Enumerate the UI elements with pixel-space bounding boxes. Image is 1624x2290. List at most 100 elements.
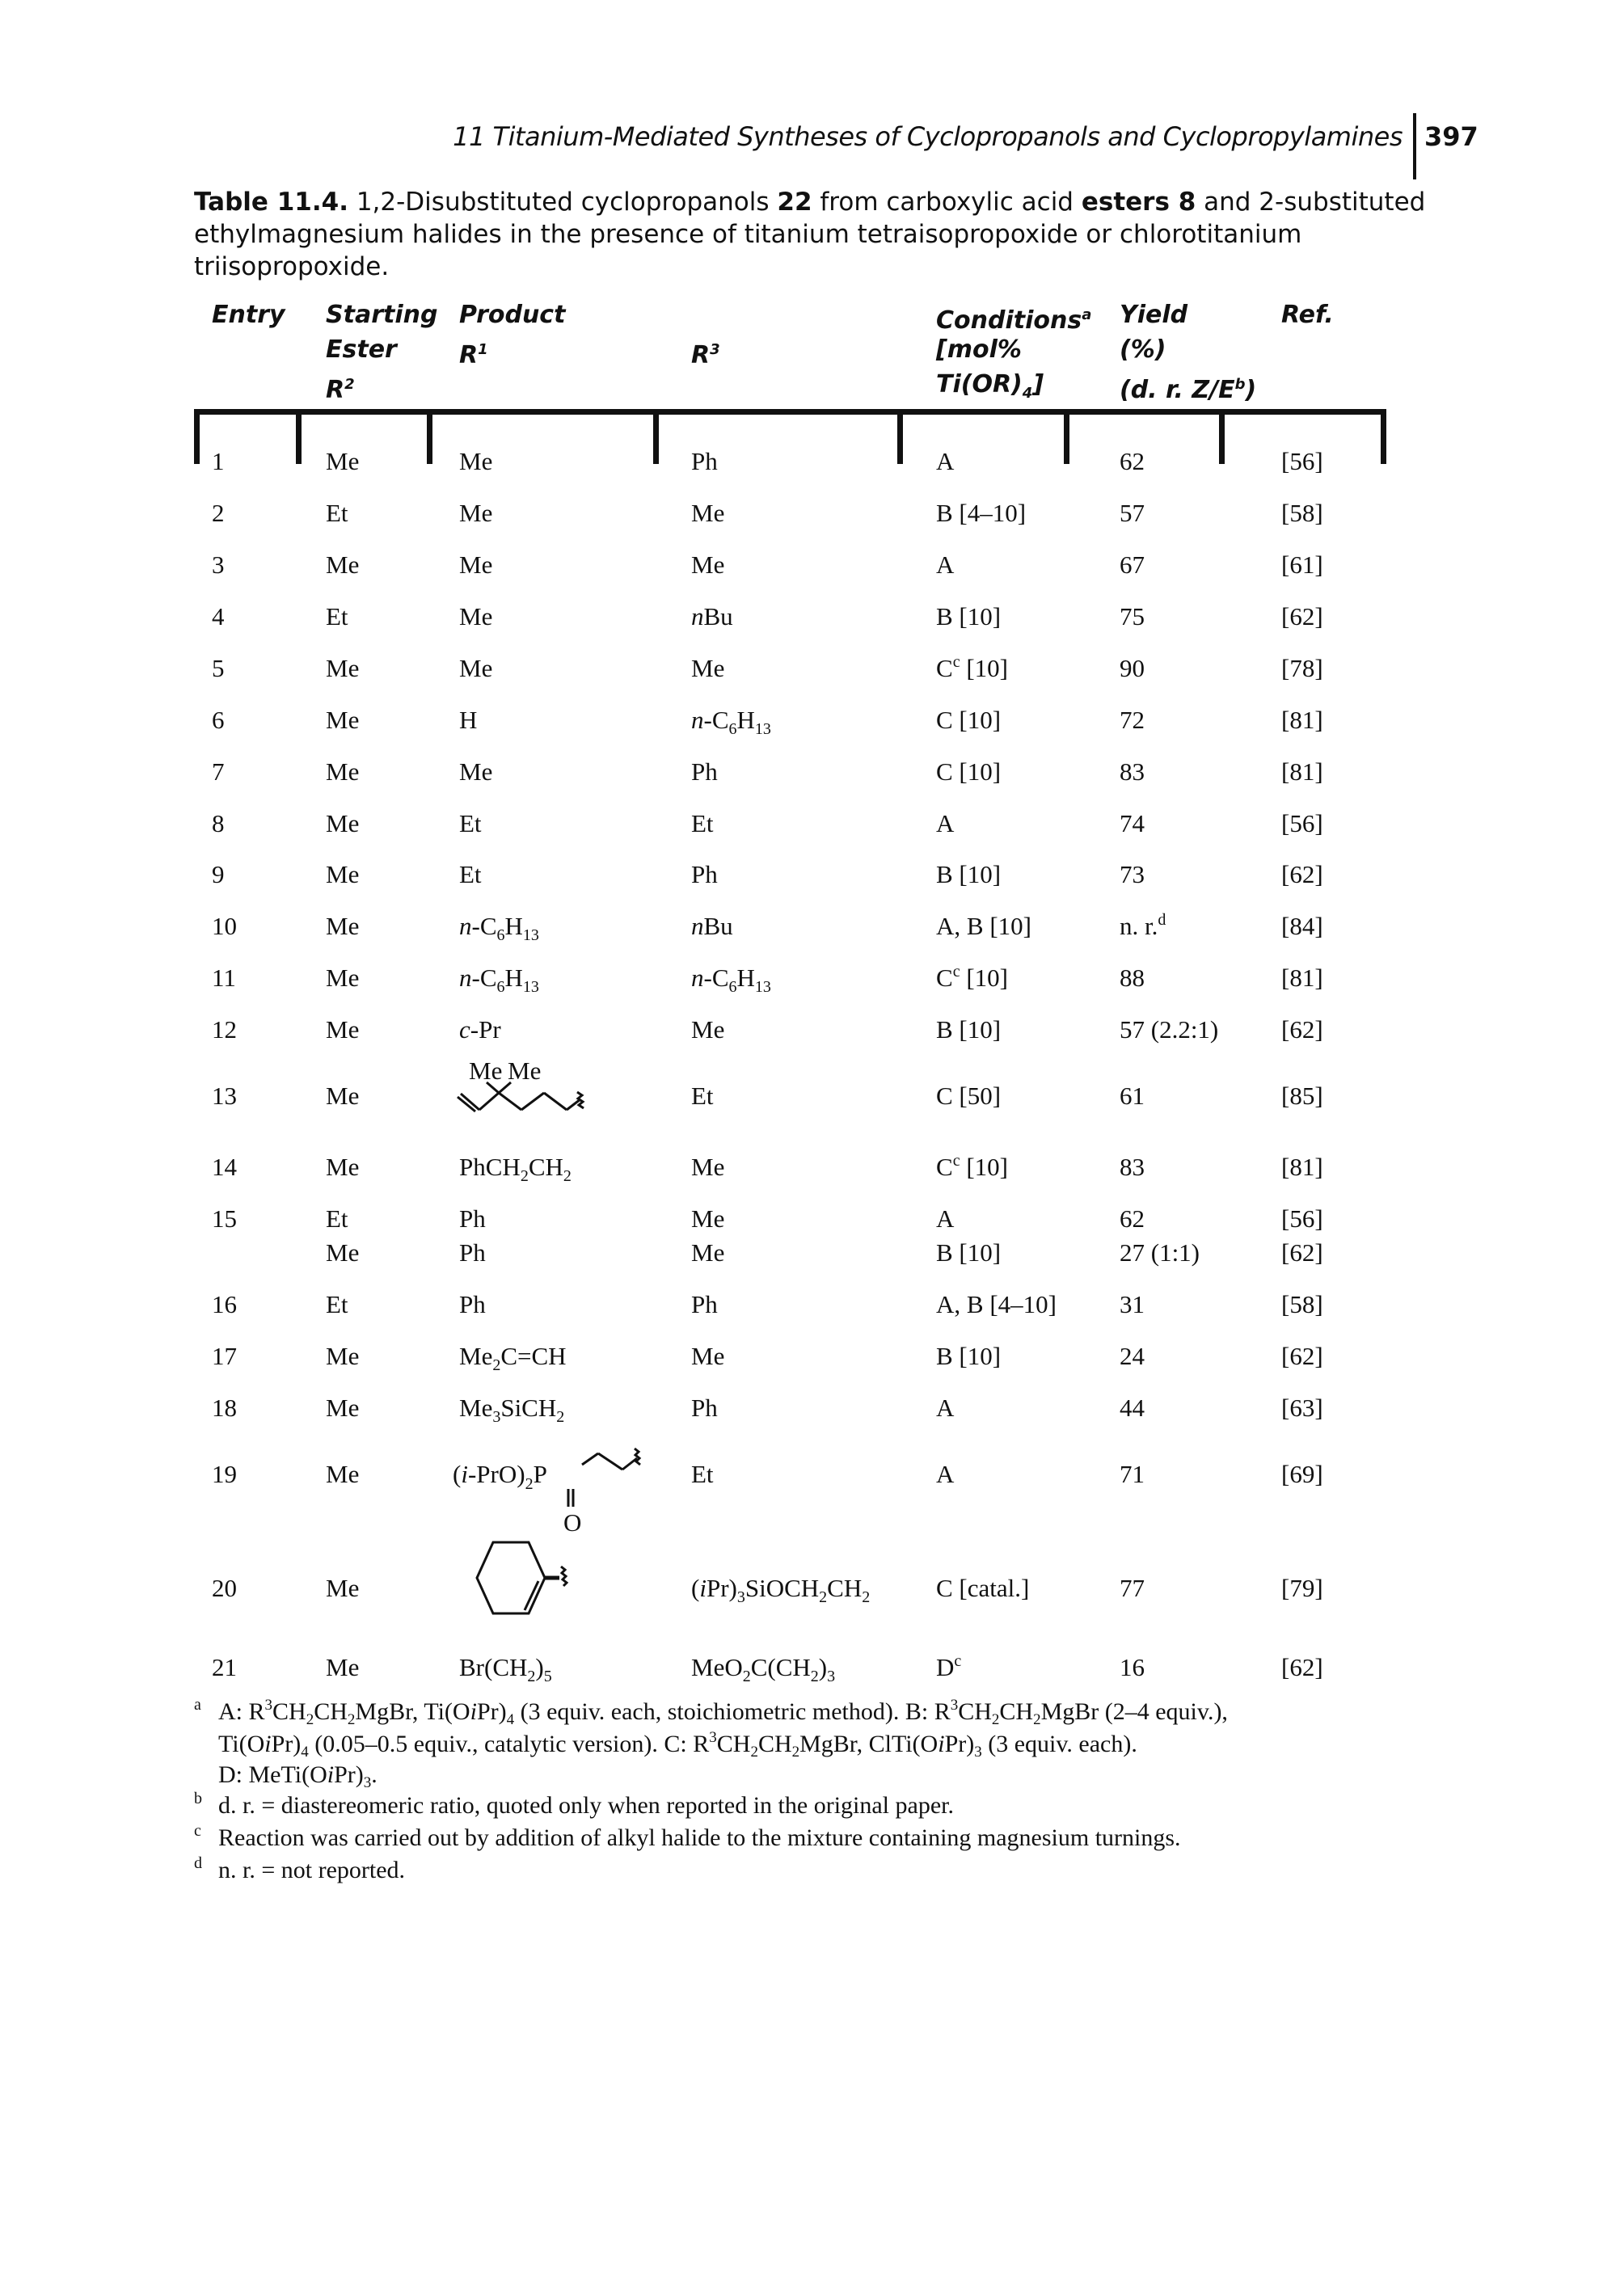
cell-ester: Et xyxy=(326,602,348,630)
column-separator xyxy=(653,409,659,464)
page-number-rule xyxy=(1413,113,1416,179)
cyclohexene-ring xyxy=(475,1541,569,1615)
cell-conditions: A xyxy=(936,1460,955,1488)
cell-yield: 16 xyxy=(1120,1653,1145,1681)
cell-r1: n-C6H13 xyxy=(459,964,539,996)
footnote-a: Ti(OiPr)4 (0.05–0.5 equiv., catalytic ve… xyxy=(218,1729,1137,1761)
column-header-ester: R2 xyxy=(326,376,355,404)
cell-ref: [79] xyxy=(1281,1574,1323,1602)
cell-r3: n-C6H13 xyxy=(691,964,771,996)
cell-entry: 21 xyxy=(212,1653,237,1681)
cell-conditions: B [10] xyxy=(936,602,1002,630)
footnote-c: c Reaction was carried out by addition of… xyxy=(194,1822,1181,1851)
cell-conditions: B [10] xyxy=(936,1238,1002,1267)
cell-conditions: A xyxy=(936,1204,955,1233)
cell-r1: Et xyxy=(459,809,482,837)
cell-conditions: A xyxy=(936,809,955,837)
column-header-conditions: [mol% xyxy=(936,335,1022,364)
cell-conditions: Cc [10] xyxy=(936,653,1008,682)
cell-entry: 8 xyxy=(212,809,225,837)
cell-ref: [62] xyxy=(1281,1238,1323,1267)
cell-entry: 2 xyxy=(212,499,225,527)
cell-ref: [69] xyxy=(1281,1460,1323,1488)
cell-entry: 6 xyxy=(212,706,225,734)
cell-yield: 62 xyxy=(1120,447,1145,475)
cell-ester: Me xyxy=(326,1238,360,1267)
column-header-conditions: Ti(OR)4] xyxy=(936,370,1044,402)
cell-r3: Me xyxy=(691,550,725,579)
cell-entry: 12 xyxy=(212,1015,237,1044)
column-separator xyxy=(296,409,302,464)
cell-ref: [56] xyxy=(1281,809,1323,837)
cell-yield: 71 xyxy=(1120,1460,1145,1488)
cell-conditions: C [10] xyxy=(936,757,1002,786)
cell-ester: Et xyxy=(326,1204,348,1233)
cell-ref: [85] xyxy=(1281,1082,1323,1110)
cell-conditions: A, B [4–10] xyxy=(936,1290,1057,1318)
cell-entry: 5 xyxy=(212,654,225,682)
cell-ref: [84] xyxy=(1281,912,1323,940)
cell-r3: Me xyxy=(691,1342,725,1370)
cell-yield: 72 xyxy=(1120,706,1145,734)
footnote-b: b d. r. = diastereomeric ratio, quoted on… xyxy=(194,1790,954,1819)
cell-r3: Et xyxy=(691,1460,714,1488)
cell-r3: Ph xyxy=(691,1394,718,1422)
cell-entry: 13 xyxy=(212,1082,237,1110)
cell-conditions: Cc [10] xyxy=(936,963,1008,992)
cell-entry: 9 xyxy=(212,860,225,888)
caption-part: esters 8 xyxy=(1081,188,1196,217)
cell-ref: [81] xyxy=(1281,757,1323,786)
column-separator xyxy=(1064,409,1069,464)
cell-r1: Me3SiCH2 xyxy=(459,1394,565,1426)
cell-r3: Me xyxy=(691,1015,725,1044)
structure-entry-19: (i-PrO)2P O xyxy=(453,1447,642,1537)
cell-r1: Me xyxy=(459,499,493,527)
cell-r1: Ph xyxy=(459,1290,486,1318)
cell-ester: Me xyxy=(326,1342,360,1370)
cell-entry: 7 xyxy=(212,757,225,786)
cell-yield: 75 xyxy=(1120,602,1145,630)
cell-entry: 14 xyxy=(212,1153,237,1181)
cell-r3: Me xyxy=(691,1153,725,1181)
cell-r3: Ph xyxy=(691,447,718,475)
cell-yield: 67 xyxy=(1120,550,1145,579)
cell-r3: Et xyxy=(691,809,714,837)
cell-yield: 83 xyxy=(1120,1153,1145,1181)
cell-r1: Me xyxy=(459,654,493,682)
cell-r3: MeO2C(CH2)3 xyxy=(691,1653,836,1685)
cell-ref: [81] xyxy=(1281,706,1323,734)
cell-entry: 1 xyxy=(212,447,225,475)
cell-ester: Et xyxy=(326,499,348,527)
cell-conditions: B [10] xyxy=(936,1342,1002,1370)
column-header-yield: Yield xyxy=(1120,301,1188,329)
cell-r1: Me xyxy=(459,602,493,630)
cell-r3: Me xyxy=(691,654,725,682)
structure-entry-13: Me Me xyxy=(457,1056,585,1113)
cell-ester: Me xyxy=(326,757,360,786)
column-header-r1: Product xyxy=(459,301,566,329)
footnote-d: d n. r. = not reported. xyxy=(194,1854,406,1883)
table-caption: Table 11.4. 1,2-Disubstituted cyclopropa… xyxy=(194,186,1431,283)
cell-yield: 57 xyxy=(1120,499,1145,527)
footnote-a: a A: R3CH2CH2MgBr, Ti(OiPr)4 (3 equiv. ea… xyxy=(194,1696,1228,1728)
cell-ref: [62] xyxy=(1281,1015,1323,1044)
cell-conditions: B [10] xyxy=(936,1015,1002,1044)
cell-yield: 77 xyxy=(1120,1574,1145,1602)
cell-entry: 10 xyxy=(212,912,237,940)
cell-ref: [62] xyxy=(1281,1342,1323,1370)
cell-conditions: C [catal.] xyxy=(936,1574,1030,1602)
cell-ref: [62] xyxy=(1281,1653,1323,1681)
caption-part: from carboxylic acid xyxy=(812,188,1082,217)
cell-ester: Me xyxy=(326,1460,360,1488)
cell-conditions: B [10] xyxy=(936,860,1002,888)
cell-conditions: Cc [10] xyxy=(936,1152,1008,1181)
cell-r1: Me xyxy=(459,447,493,475)
column-header-r1: R1 xyxy=(459,341,488,369)
cell-conditions: A xyxy=(936,447,955,475)
column-header-yield: (d. r. Z/Eb) xyxy=(1120,376,1257,404)
cell-ester: Me xyxy=(326,860,360,888)
cell-r1: Et xyxy=(459,860,482,888)
cell-conditions: A, B [10] xyxy=(936,912,1031,940)
cell-r3: n-C6H13 xyxy=(691,706,771,738)
column-header-entry: Entry xyxy=(212,301,285,329)
